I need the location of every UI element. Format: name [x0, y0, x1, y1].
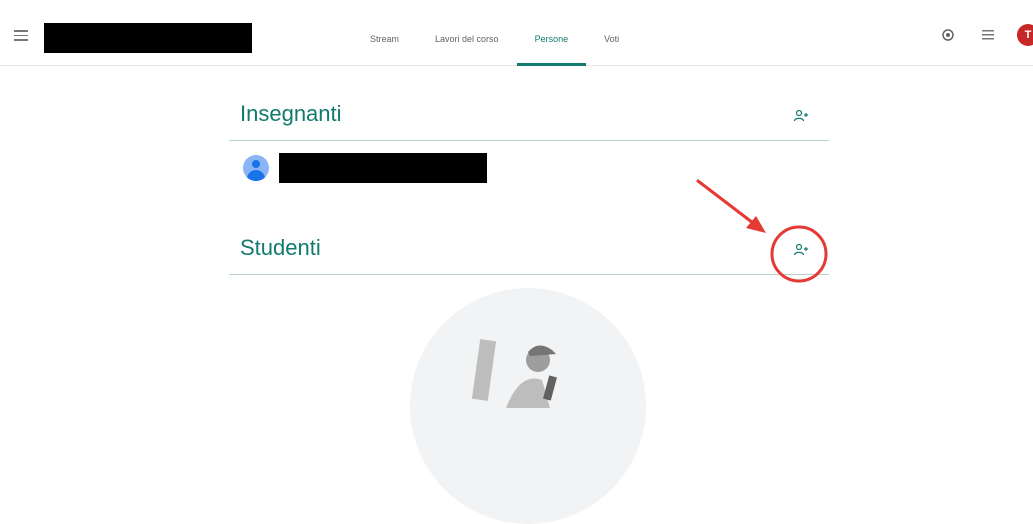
- annotation-overlay: [696, 179, 828, 283]
